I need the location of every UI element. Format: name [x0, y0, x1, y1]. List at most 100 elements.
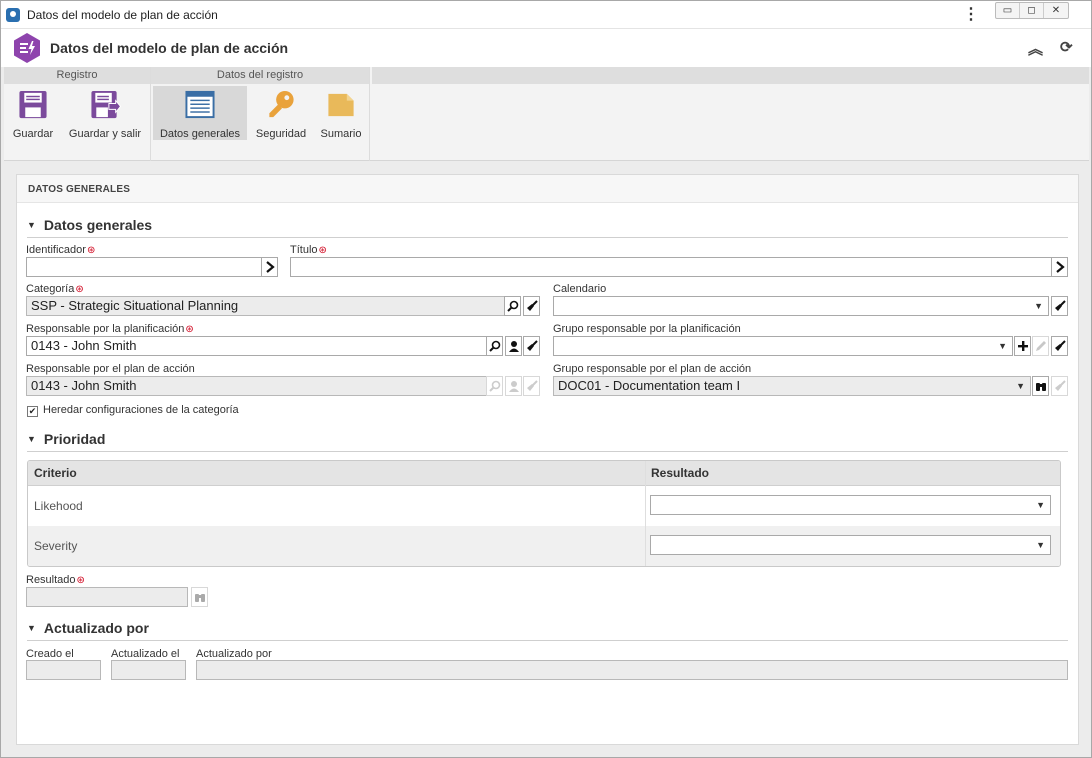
actualizado-el-label: Actualizado el	[111, 648, 180, 660]
titulo-input[interactable]	[290, 257, 1052, 277]
categoria-input[interactable]: SSP - Strategic Situational Planning	[26, 296, 505, 316]
table-header: Criterio Resultado	[28, 461, 1060, 486]
search-icon[interactable]	[504, 296, 521, 316]
page-title: Datos del modelo de plan de acción	[50, 40, 289, 56]
resultado-input[interactable]	[26, 587, 188, 607]
actualizado-por-input[interactable]	[196, 660, 1068, 680]
panel-title: DATOS GENERALES	[28, 184, 131, 195]
column-header-resultado: Resultado	[651, 466, 710, 480]
resp-planificacion-label: Responsable por la planificación⊛	[26, 323, 194, 335]
search-icon[interactable]	[486, 376, 503, 396]
summary-label: Sumario	[320, 128, 362, 140]
required-icon: ⊛	[86, 245, 96, 256]
grupo-planificacion-label: Grupo responsable por la planificación	[553, 323, 741, 335]
form-icon	[185, 90, 215, 119]
key-icon	[269, 90, 294, 118]
section-priority-toggle[interactable]: ▼ Prioridad	[27, 431, 105, 447]
chevron-right-icon[interactable]	[261, 257, 278, 277]
heredar-checkbox[interactable]: ✔	[27, 406, 38, 417]
resp-plan-input[interactable]: 0143 - John Smith	[26, 376, 487, 396]
identificador-input[interactable]	[26, 257, 262, 277]
section-priority-title: Prioridad	[43, 431, 106, 447]
section-general-toggle[interactable]: ▼ Datos generales	[27, 217, 152, 233]
grupo-plan-select[interactable]: DOC01 - Documentation team I ▼	[553, 376, 1031, 396]
resultado-select[interactable]: ▼	[650, 535, 1051, 555]
caret-down-icon: ▼	[27, 623, 36, 633]
creado-el-label: Creado el	[26, 648, 74, 660]
section-divider	[27, 237, 1068, 238]
dropdown-arrow-icon: ▼	[998, 341, 1007, 351]
collapse-up-icon[interactable]: ︽	[1028, 38, 1043, 59]
security-label: Seguridad	[255, 128, 307, 140]
clear-brush-icon[interactable]	[523, 336, 540, 356]
summary-button[interactable]: Sumario	[315, 86, 367, 140]
grupo-planificacion-select[interactable]: ▼	[553, 336, 1013, 356]
required-icon: ⊛	[185, 324, 194, 335]
required-icon: ⊛	[318, 245, 327, 256]
required-icon: ⊛	[76, 575, 85, 586]
creado-el-input[interactable]	[26, 660, 101, 680]
actualizado-el-input[interactable]	[111, 660, 186, 680]
actualizado-por-label: Actualizado por	[196, 648, 272, 660]
column-divider	[645, 461, 646, 566]
titulo-label: Título⊛	[290, 244, 327, 256]
window-controls: ▭ ◻ ✕	[995, 2, 1069, 19]
ribbon-group-label: Registro	[4, 67, 150, 84]
resp-planificacion-input[interactable]: 0143 - John Smith	[26, 336, 487, 356]
maximize-icon[interactable]: ◻	[1020, 3, 1044, 18]
save-label: Guardar	[12, 128, 54, 140]
toolbar-ribbon: Registro Guardar Guardar y salir Datos d…	[4, 67, 1089, 161]
close-icon[interactable]: ✕	[1044, 3, 1068, 18]
user-icon[interactable]	[505, 336, 522, 356]
ribbon-group-registro: Registro Guardar Guardar y salir	[4, 67, 151, 161]
action-plan-logo-icon	[14, 33, 40, 63]
priority-table: Criterio Resultado Likehood ▼ Severity ▼	[27, 460, 1061, 567]
calendario-label: Calendario	[553, 283, 607, 295]
user-icon[interactable]	[505, 376, 522, 396]
criterio-cell: Severity	[34, 539, 78, 553]
folder-icon	[328, 93, 354, 117]
section-updated-toggle[interactable]: ▼ Actualizado por	[27, 620, 149, 636]
content-panel: DATOS GENERALES ▼ Datos generales Identif…	[16, 174, 1079, 745]
clear-brush-icon[interactable]	[523, 376, 540, 396]
plus-icon[interactable]	[1014, 336, 1031, 356]
app-window: Datos del modelo de plan de acción ⋮ ▭ ◻…	[0, 0, 1092, 758]
clear-brush-icon[interactable]	[1051, 376, 1068, 396]
criterio-cell: Likehood	[34, 499, 83, 513]
more-options-icon[interactable]: ⋮	[963, 7, 979, 23]
save-button[interactable]: Guardar	[7, 86, 59, 140]
chevron-right-icon[interactable]	[1051, 257, 1068, 277]
identificador-label: Identificador⊛	[26, 244, 96, 256]
refresh-icon[interactable]: ⟳	[1060, 38, 1073, 56]
save-icon	[19, 90, 47, 119]
security-button[interactable]: Seguridad	[251, 86, 311, 140]
binoculars-icon[interactable]	[191, 587, 208, 607]
ribbon-group-label: Datos del registro	[151, 67, 369, 84]
minimize-icon[interactable]: ▭	[996, 3, 1020, 18]
dropdown-arrow-icon: ▼	[1034, 301, 1043, 311]
section-general-title: Datos generales	[43, 217, 153, 233]
search-icon[interactable]	[486, 336, 503, 356]
resp-plan-label: Responsable por el plan de acción	[26, 363, 195, 375]
section-divider	[27, 451, 1068, 452]
dropdown-arrow-icon: ▼	[1016, 381, 1025, 391]
clear-brush-icon[interactable]	[523, 296, 540, 316]
save-exit-button[interactable]: Guardar y salir	[65, 86, 145, 140]
caret-down-icon: ▼	[27, 434, 36, 444]
edit-pencil-icon[interactable]	[1032, 336, 1049, 356]
general-data-button[interactable]: Datos generales	[153, 86, 247, 140]
dropdown-arrow-icon: ▼	[1036, 500, 1045, 510]
section-updated-title: Actualizado por	[43, 620, 149, 636]
table-row: Severity ▼	[28, 526, 1060, 566]
panel-header: DATOS GENERALES	[17, 175, 1078, 203]
clear-brush-icon[interactable]	[1051, 336, 1068, 356]
resultado-select[interactable]: ▼	[650, 495, 1051, 515]
required-icon: ⊛	[75, 284, 84, 295]
grupo-plan-label: Grupo responsable por el plan de acción	[553, 363, 752, 375]
clear-brush-icon[interactable]	[1051, 296, 1068, 316]
title-bar: Datos del modelo de plan de acción ⋮ ▭ ◻…	[1, 1, 1091, 29]
save-exit-icon	[91, 90, 121, 119]
binoculars-icon[interactable]	[1032, 376, 1049, 396]
heredar-label: Heredar configuraciones de la categoría	[43, 404, 239, 416]
calendario-select[interactable]: ▼	[553, 296, 1049, 316]
